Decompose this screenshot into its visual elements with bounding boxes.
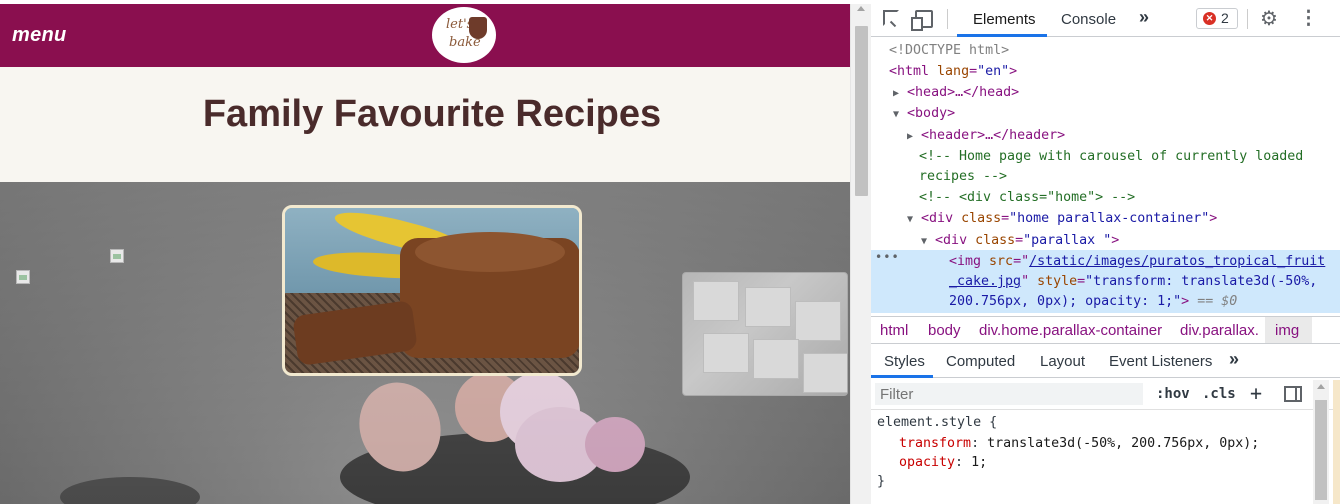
styles-scrollbar[interactable] (1313, 380, 1329, 504)
breadcrumb-container[interactable]: div.home.parallax-container (979, 322, 1162, 339)
dom-node-selected[interactable]: <img src="/static/images/puratos_tropica… (871, 251, 1340, 272)
styles-subtabs: Styles Computed Layout Event Listeners » (871, 344, 1340, 378)
error-badge[interactable]: ✕ 2 (1196, 8, 1238, 29)
error-icon: ✕ (1203, 12, 1216, 25)
dom-node[interactable]: ▼ <div class="home parallax-container"> (871, 208, 1340, 229)
styles-filter-input[interactable] (875, 383, 1143, 405)
tab-styles[interactable]: Styles (884, 353, 925, 370)
cup-icon (469, 17, 487, 39)
breadcrumb-body[interactable]: body (928, 322, 961, 339)
more-subtabs-icon[interactable]: » (1229, 349, 1239, 370)
new-style-rule-button[interactable]: + (1250, 381, 1262, 405)
dom-tree[interactable]: ••• <!DOCTYPE html> <html lang="en"> ▶ <… (871, 38, 1340, 316)
dom-node[interactable]: <html lang="en"> (871, 61, 1340, 82)
dom-comment[interactable]: <!-- <div class="home"> --> (871, 187, 1340, 208)
device-toolbar-icon[interactable] (911, 10, 933, 31)
tab-computed[interactable]: Computed (946, 353, 1015, 370)
scroll-up-icon[interactable] (1317, 384, 1325, 389)
styles-pane: element.style { transform: translate3d(-… (877, 413, 1260, 489)
devtools-toolbar: Elements Console » ✕ 2 ⚙ ⋮ (871, 0, 1340, 37)
page-scrollbar[interactable] (850, 4, 871, 504)
dom-comment[interactable]: <!-- Home page with carousel of currentl… (871, 146, 1340, 167)
carousel-image-side[interactable] (682, 272, 848, 396)
image-src-link[interactable]: /static/images/puratos_tropical_fruit (1029, 254, 1325, 269)
breadcrumb-img[interactable]: img (1275, 322, 1299, 339)
dom-node[interactable]: ▼ <body> (871, 103, 1340, 124)
devtools-panel: Elements Console » ✕ 2 ⚙ ⋮ ••• <!DOCTYPE… (871, 0, 1340, 504)
image-src-link[interactable]: _cake.jpg (949, 274, 1021, 289)
dom-node[interactable]: ▼ <div class="parallax "> (871, 230, 1340, 251)
expand-arrow-icon[interactable]: ▶ (893, 88, 899, 99)
broken-image-icon (16, 270, 30, 284)
breadcrumb-parallax[interactable]: div.parallax. (1180, 322, 1259, 339)
style-selector[interactable]: element.style { (877, 413, 997, 432)
collapse-arrow-icon[interactable]: ▼ (907, 214, 913, 225)
toggle-sidebar-icon[interactable] (1284, 386, 1302, 402)
style-declaration[interactable]: transform: translate3d(-50%, 200.756px, … (899, 434, 1259, 453)
scrollbar-thumb[interactable] (1315, 400, 1327, 500)
style-declaration[interactable]: opacity: 1; (899, 453, 987, 472)
hov-button[interactable]: :hov (1156, 386, 1190, 402)
web-page: menu let's bake Family Favourite Recipes (0, 0, 850, 504)
tab-console[interactable]: Console (1061, 11, 1116, 28)
scrollbar-thumb[interactable] (855, 26, 868, 196)
expand-arrow-icon[interactable]: ▶ (907, 131, 913, 142)
tab-event-listeners[interactable]: Event Listeners (1109, 353, 1212, 370)
scroll-up-icon[interactable] (857, 6, 865, 11)
tab-elements[interactable]: Elements (973, 11, 1036, 28)
dom-node-selected[interactable]: 200.756px, 0px); opacity: 1;"> == $0 (871, 291, 1340, 312)
dom-node[interactable]: ▶ <header>…</header> (871, 125, 1340, 146)
dom-breadcrumb: html body div.home.parallax-container di… (871, 316, 1340, 344)
site-logo[interactable]: let's bake (432, 7, 496, 63)
dom-node-selected[interactable]: _cake.jpg" style="transform: translate3d… (871, 271, 1340, 292)
carousel-image-banana-bread[interactable] (282, 205, 582, 376)
collapse-arrow-icon[interactable]: ▼ (893, 109, 899, 120)
breadcrumb-html[interactable]: html (880, 322, 908, 339)
page-title: Family Favourite Recipes (202, 93, 662, 135)
dom-node[interactable]: <!DOCTYPE html> (871, 40, 1340, 61)
parallax-carousel (0, 182, 850, 504)
collapse-arrow-icon[interactable]: ▼ (921, 236, 927, 247)
dom-comment[interactable]: recipes --> (871, 166, 1340, 187)
title-section: Family Favourite Recipes (0, 67, 850, 182)
cls-button[interactable]: .cls (1202, 386, 1236, 402)
tab-layout[interactable]: Layout (1040, 353, 1085, 370)
broken-image-icon (110, 249, 124, 263)
kebab-menu-icon[interactable]: ⋮ (1299, 7, 1318, 30)
more-tabs-icon[interactable]: » (1139, 7, 1149, 28)
gear-icon[interactable]: ⚙ (1260, 6, 1278, 31)
styles-filter-bar: :hov .cls + (871, 378, 1340, 410)
site-header: menu let's bake (0, 4, 850, 67)
error-count: 2 (1221, 10, 1229, 26)
inspect-element-icon[interactable] (883, 10, 899, 26)
dom-node[interactable]: ▶ <head>…</head> (871, 82, 1340, 103)
menu-link[interactable]: menu (12, 24, 67, 47)
